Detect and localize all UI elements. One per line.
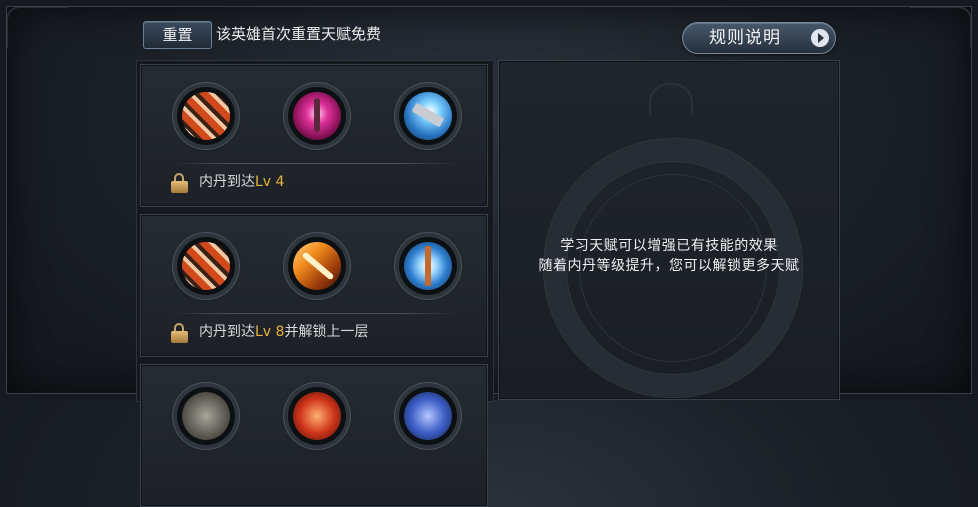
talent-info-panel: 学习天赋可以增强已有技能的效果 随着内丹等级提升，您可以解锁更多天赋 — [498, 60, 840, 400]
talent-tier-2: 内丹到达Lv 8并解锁上一层 — [140, 214, 488, 357]
talent-skill-slot[interactable] — [399, 387, 457, 445]
talent-skill-slot[interactable] — [177, 237, 235, 295]
frame-corner-ornament — [910, 6, 972, 48]
tier-divider — [171, 313, 459, 314]
talent-skill-slot[interactable] — [177, 87, 235, 145]
talent-description: 学习天赋可以增强已有技能的效果 随着内丹等级提升，您可以解锁更多天赋 — [499, 236, 839, 276]
lightning-blade-skill-icon — [404, 92, 452, 140]
ice-sword-skill-icon — [404, 242, 452, 290]
unlock-requirement-text: 内丹到达Lv 8并解锁上一层 — [199, 324, 369, 340]
description-line-2: 随着内丹等级提升，您可以解锁更多天赋 — [538, 258, 800, 274]
emblem-ornament — [649, 83, 693, 115]
play-arrow-icon — [811, 29, 829, 47]
free-reset-notice: 该英雄首次重置天赋免费 — [216, 25, 382, 43]
talent-tier-list[interactable]: 内丹到达Lv 4 内丹到达Lv 8并解锁上一层 — [136, 60, 494, 507]
rules-button[interactable]: 规则说明 — [682, 22, 836, 54]
grey-skill-icon — [182, 392, 230, 440]
pink-sword-skill-icon — [293, 92, 341, 140]
red-skill-icon — [293, 392, 341, 440]
talent-tier-1: 内丹到达Lv 4 — [140, 64, 488, 207]
flame-armor-skill-icon — [182, 92, 230, 140]
rules-button-label: 规则说明 — [709, 28, 781, 48]
fire-slash-skill-icon — [293, 242, 341, 290]
reset-button[interactable]: 重置 — [143, 21, 212, 49]
lock-icon — [171, 173, 189, 193]
flame-armor-skill-icon — [182, 242, 230, 290]
tier-divider — [171, 163, 459, 164]
talent-skill-slot[interactable] — [399, 87, 457, 145]
talent-skill-slot[interactable] — [288, 237, 346, 295]
talent-skill-slot[interactable] — [399, 237, 457, 295]
talent-skill-slot[interactable] — [288, 87, 346, 145]
talent-skill-slot[interactable] — [288, 387, 346, 445]
lock-icon — [171, 323, 189, 343]
talent-skill-slot[interactable] — [177, 387, 235, 445]
description-line-1: 学习天赋可以增强已有技能的效果 — [560, 238, 778, 254]
unlock-requirement-text: 内丹到达Lv 4 — [199, 174, 285, 190]
talent-tier-3 — [140, 364, 488, 507]
frame-corner-ornament — [6, 6, 68, 48]
blue-skill-icon — [404, 392, 452, 440]
